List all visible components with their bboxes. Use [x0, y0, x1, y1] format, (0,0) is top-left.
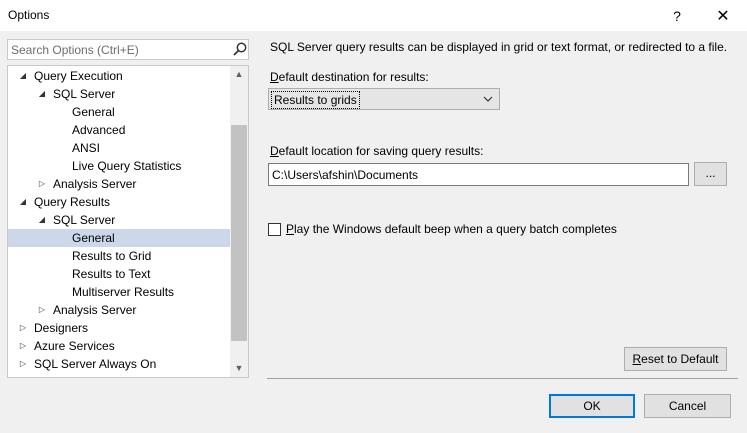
tree-item-label: Azure Services — [34, 339, 115, 353]
search-input[interactable] — [11, 42, 226, 57]
footer-divider — [267, 378, 738, 379]
tree-item-label: Analysis Server — [53, 177, 137, 191]
destination-label: Default destination for results: — [270, 70, 429, 84]
tree-item[interactable]: ANSI — [8, 139, 230, 157]
tree-item-label: SQL Server — [53, 213, 116, 227]
tree-item[interactable]: General — [8, 229, 230, 247]
tree-item[interactable]: ▷ SQL Server Always On — [8, 355, 230, 373]
tree-item[interactable]: ▷ Designers — [8, 319, 230, 337]
tree-item-label: Query Results — [34, 195, 111, 209]
tree-item[interactable]: ▷ Analysis Server — [8, 175, 230, 193]
tree-item[interactable]: Live Query Statistics — [8, 157, 230, 175]
tree-item-label: ANSI — [72, 141, 101, 155]
collapsed-arrow-icon[interactable]: ▷ — [18, 337, 28, 355]
tree-item[interactable]: ◢ SQL Server — [8, 85, 230, 103]
expanded-arrow-icon[interactable]: ◢ — [37, 85, 47, 103]
cancel-button[interactable]: Cancel — [644, 394, 731, 418]
browse-button[interactable]: ... — [694, 162, 727, 186]
tree-item-label: Live Query Statistics — [72, 159, 182, 173]
tree-item[interactable]: Advanced — [8, 121, 230, 139]
tree-item-label: Analysis Server — [53, 303, 137, 317]
tree-item-label: SQL Server Always On — [34, 357, 157, 371]
tree-item-label: SQL Server — [53, 87, 116, 101]
tree-item[interactable]: ▷ Analysis Server — [8, 301, 230, 319]
tree-item[interactable]: ◢ SQL Server — [8, 211, 230, 229]
chevron-down-icon[interactable] — [481, 92, 495, 106]
tree-item[interactable]: ▷ Azure Services — [8, 337, 230, 355]
tree-item-label: General — [72, 105, 115, 119]
tree-item[interactable]: ◢ Query Execution — [8, 67, 230, 85]
collapsed-arrow-icon[interactable]: ▷ — [18, 319, 28, 337]
tree-scrollbar[interactable]: ▲ ▼ — [230, 66, 248, 377]
help-button[interactable]: ? — [654, 0, 700, 31]
tree-item[interactable]: Multiserver Results — [8, 283, 230, 301]
tree-item-label: Advanced — [72, 123, 126, 137]
collapsed-arrow-icon[interactable]: ▷ — [37, 301, 47, 319]
tree-item[interactable]: ◢ Query Results — [8, 193, 230, 211]
title-bar: Options ? ✕ — [0, 0, 747, 31]
search-icon[interactable] — [232, 41, 248, 57]
expanded-arrow-icon[interactable]: ◢ — [18, 193, 28, 211]
close-button[interactable]: ✕ — [700, 0, 746, 31]
reset-to-default-button[interactable]: Reset to Default — [624, 347, 727, 371]
search-box[interactable] — [7, 39, 249, 60]
ok-button[interactable]: OK — [549, 394, 635, 418]
expanded-arrow-icon[interactable]: ◢ — [37, 211, 47, 229]
expanded-arrow-icon[interactable]: ◢ — [18, 67, 28, 85]
beep-checkbox[interactable] — [268, 223, 281, 236]
tree-item-label: Results to Text — [72, 267, 151, 281]
destination-value: Results to grids — [271, 91, 360, 109]
location-input[interactable] — [268, 163, 689, 186]
beep-label[interactable]: Play the Windows default beep when a que… — [286, 222, 617, 236]
tree-item[interactable]: Results to Text — [8, 265, 230, 283]
page-description: SQL Server query results can be displaye… — [270, 40, 728, 54]
location-label: Default location for saving query result… — [270, 144, 484, 158]
tree-item-label: Query Execution — [34, 69, 123, 83]
tree-item-label: General — [72, 231, 115, 245]
destination-select[interactable]: Results to grids — [268, 88, 500, 110]
scrollbar-thumb[interactable] — [231, 125, 247, 341]
tree-item[interactable]: Results to Grid — [8, 247, 230, 265]
tree-item-label: Results to Grid — [72, 249, 152, 263]
collapsed-arrow-icon[interactable]: ▷ — [37, 175, 47, 193]
tree-item-label: Designers — [34, 321, 89, 335]
tree-item-label: Multiserver Results — [72, 285, 175, 299]
tree-item[interactable]: General — [8, 103, 230, 121]
scroll-up-icon[interactable]: ▲ — [230, 66, 248, 83]
options-tree[interactable]: ◢ Query Execution ◢ SQL Server General Advanc… — [7, 65, 249, 378]
scroll-down-icon[interactable]: ▼ — [230, 360, 248, 377]
window-title: Options — [8, 8, 50, 22]
collapsed-arrow-icon[interactable]: ▷ — [18, 355, 28, 373]
